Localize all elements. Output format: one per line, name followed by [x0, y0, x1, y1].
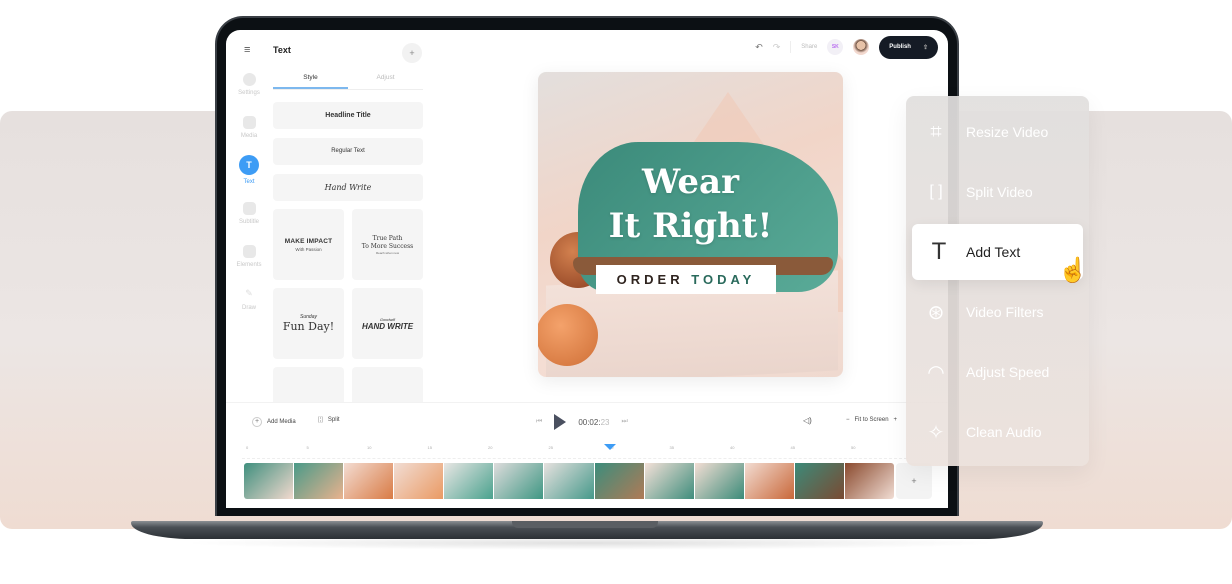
ruler-tick-label: 45 [790, 445, 795, 450]
ruler-tick-label: 0 [246, 445, 249, 450]
template-placeholder[interactable] [352, 367, 423, 407]
settings-icon [242, 73, 256, 86]
plus-icon: + [252, 417, 262, 427]
image-icon [242, 116, 256, 129]
panel-tabs: Style Adjust [273, 72, 423, 90]
add-media-button[interactable]: + Add Media [252, 417, 296, 427]
timeline-panel: + Add Media [¦] Split ⏮ 00:02:23 ⏭ ◁) − Fi… [226, 402, 948, 508]
filters-icon: ⊛ [927, 301, 945, 324]
split-icon: [¦] [318, 417, 323, 423]
upload-icon: ⇪ [922, 44, 928, 51]
clip-frame[interactable] [394, 463, 444, 499]
speedometer-icon: ◠ [927, 361, 945, 384]
publish-button[interactable]: Publish ⇪ [879, 35, 938, 59]
split-button[interactable]: [¦] Split [318, 417, 340, 423]
clip-frame[interactable] [494, 463, 544, 499]
laptop-notch [512, 521, 658, 528]
divider [790, 41, 792, 53]
canvas-cta[interactable]: ORDER TODAY [596, 265, 776, 294]
skip-back-icon[interactable]: ⏮ [536, 418, 542, 426]
rail-item-text[interactable]: T Text [226, 155, 272, 185]
split-icon: [ ] [929, 183, 943, 200]
clip-frame[interactable] [544, 463, 594, 499]
clip-frame[interactable] [594, 463, 644, 499]
redo-icon[interactable]: ↷ [773, 42, 781, 53]
playback-controls: ⏮ 00:02:23 ⏭ [536, 414, 628, 430]
clip-frame[interactable] [794, 463, 844, 499]
rail-item-settings[interactable]: Settings [226, 73, 272, 96]
clip-frame[interactable] [744, 463, 794, 499]
user-avatar[interactable] [853, 39, 870, 55]
collaborator-avatar[interactable]: SK [827, 39, 844, 55]
text-icon: T [239, 155, 259, 175]
clip-frame[interactable] [444, 463, 494, 499]
template-make-impact[interactable]: MAKE IMPACT With Passion [273, 209, 344, 280]
ruler-tick-label: 5 [306, 445, 309, 450]
time-display: 00:02:23 [578, 417, 610, 427]
menu-item-clean-audio[interactable]: ✧ Clean Audio [906, 404, 1089, 460]
rail-item-elements[interactable]: Elements [226, 245, 272, 268]
skip-forward-icon[interactable]: ⏭ [621, 418, 627, 426]
template-fun-day[interactable]: Sunday Fun Day! [273, 288, 344, 359]
style-headline-title[interactable]: Headline Title [273, 102, 423, 129]
play-icon[interactable] [554, 414, 567, 430]
ruler-tick-label: 10 [367, 445, 372, 450]
ruler-tick-label: 25 [548, 445, 553, 450]
rail-item-draw[interactable]: ✎ Draw [226, 288, 272, 311]
template-hand-write[interactable]: Goodwill HAND WRITE [352, 288, 423, 359]
style-regular-text[interactable]: Regular Text [273, 138, 423, 165]
panel-title: Text [273, 45, 291, 55]
hand-cursor-icon: ☝ [1058, 257, 1088, 284]
tab-adjust[interactable]: Adjust [348, 72, 423, 89]
menu-item-video-filters[interactable]: ⊛ Video Filters [906, 284, 1089, 340]
add-clip-button[interactable]: + [896, 463, 932, 499]
hamburger-icon[interactable]: ≡ [244, 44, 250, 56]
video-canvas[interactable]: Wear It Right! ORDER TODAY [538, 72, 843, 377]
clip-frame[interactable] [294, 463, 344, 499]
clip-frame[interactable] [644, 463, 694, 499]
add-button[interactable]: + [402, 43, 422, 63]
zoom-out-button[interactable]: − [846, 417, 850, 423]
clip-frame[interactable] [694, 463, 744, 499]
ruler-tick-label: 40 [730, 445, 735, 450]
ruler-tick-label: 50 [851, 445, 856, 450]
clip-strip[interactable] [244, 463, 894, 499]
clip-frame[interactable] [844, 463, 894, 499]
tab-style[interactable]: Style [273, 72, 348, 89]
share-button[interactable]: Share [801, 44, 817, 50]
timeline-ruler[interactable]: 0 5 10 15 20 25 30 35 40 45 50 [242, 445, 907, 459]
editor-screen: ≡ Settings Media T Text Subtitle Elements… [226, 30, 948, 508]
ruler-tick-label: 15 [427, 445, 432, 450]
undo-icon[interactable]: ↶ [755, 42, 763, 53]
elements-icon [242, 245, 256, 258]
subtitle-icon [242, 202, 256, 215]
ball-image [538, 304, 598, 366]
crop-icon: ⌗ [930, 120, 942, 143]
text-panel: Text + Style Adjust Headline Title Regul… [272, 30, 432, 410]
playhead[interactable] [604, 444, 616, 450]
volume-icon[interactable]: ◁) [803, 416, 812, 425]
ruler-tick-label: 20 [488, 445, 493, 450]
canvas-headline[interactable]: Wear It Right! [538, 160, 843, 248]
clip-frame[interactable] [344, 463, 394, 499]
rail-item-subtitle[interactable]: Subtitle [226, 202, 272, 225]
text-icon: T [931, 238, 947, 265]
zoom-in-button[interactable]: + [894, 417, 898, 423]
top-bar: ↶ ↷ Share SK Publish ⇪ [755, 35, 938, 59]
style-hand-write[interactable]: Hand Write [273, 174, 423, 201]
template-true-path[interactable]: True Path To More Success Reach when new [352, 209, 423, 280]
menu-item-resize-video[interactable]: ⌗ Resize Video [906, 104, 1089, 160]
left-rail: ≡ Settings Media T Text Subtitle Elements… [226, 30, 272, 410]
fit-to-screen-button[interactable]: Fit to Screen [855, 417, 889, 423]
menu-item-adjust-speed[interactable]: ◠ Adjust Speed [906, 344, 1089, 400]
clip-frame[interactable] [244, 463, 294, 499]
sparkle-icon: ✧ [927, 421, 945, 444]
zoom-controls: − Fit to Screen + [846, 417, 897, 423]
pencil-icon: ✎ [245, 288, 253, 298]
template-placeholder[interactable] [273, 367, 344, 407]
rail-item-media[interactable]: Media [226, 116, 272, 139]
ruler-tick-label: 35 [669, 445, 674, 450]
menu-item-split-video[interactable]: [ ] Split Video [906, 164, 1089, 220]
